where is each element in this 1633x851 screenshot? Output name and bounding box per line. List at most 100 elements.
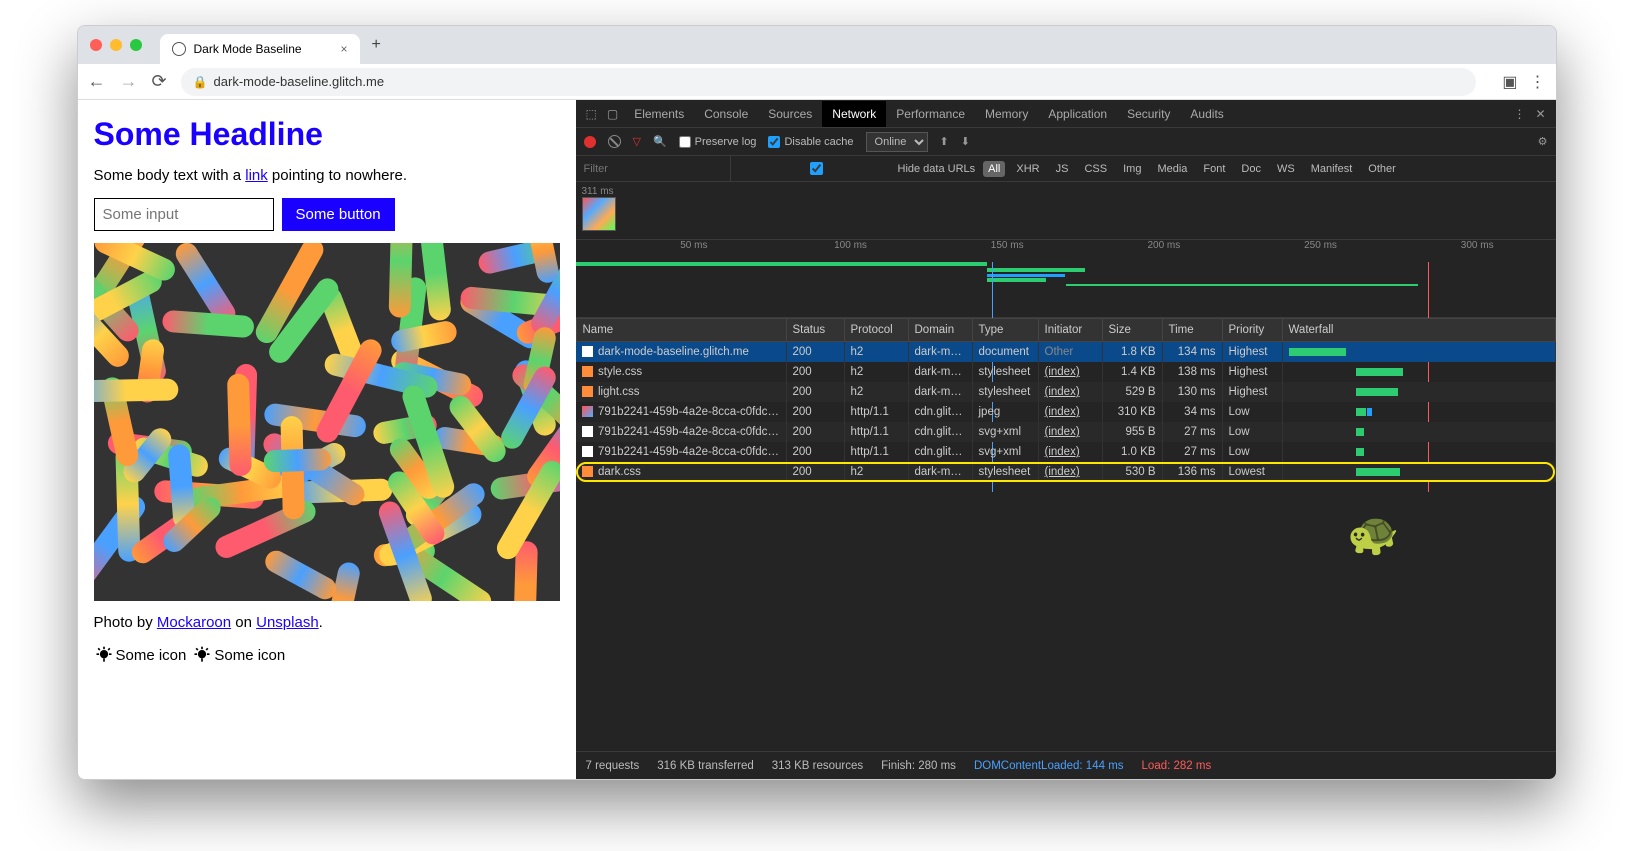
search-icon[interactable]: 🔍 [653, 135, 667, 148]
devtools-tab-sources[interactable]: Sources [758, 101, 822, 127]
filter-chip-css[interactable]: CSS [1079, 161, 1112, 177]
devtools-tab-memory[interactable]: Memory [975, 101, 1038, 127]
timeline-tick: 150 ms [929, 240, 1086, 260]
column-header-priority[interactable]: Priority [1222, 319, 1282, 342]
throttle-select[interactable]: Online [866, 132, 928, 152]
preserve-log-checkbox[interactable]: Preserve log [679, 136, 757, 148]
devtools-close-icon[interactable]: ✕ [1531, 103, 1549, 125]
close-tab-button[interactable]: × [340, 42, 347, 56]
column-header-size[interactable]: Size [1102, 319, 1162, 342]
icon-label-1: Some icon [116, 647, 187, 664]
network-row[interactable]: 791b2241-459b-4a2e-8cca-c0fdc2…200http/1… [576, 422, 1555, 442]
back-button[interactable]: ← [88, 71, 106, 92]
address-bar[interactable]: 🔒 dark-mode-baseline.glitch.me [181, 68, 1477, 96]
network-row[interactable]: dark-mode-baseline.glitch.me200h2dark-mo… [576, 342, 1555, 363]
source-link[interactable]: Unsplash [256, 614, 319, 631]
maximize-window-button[interactable] [130, 39, 142, 51]
photo-image [94, 243, 560, 601]
browser-toolbar: ← → ⟳ 🔒 dark-mode-baseline.glitch.me ▣ ⋮ [78, 64, 1556, 100]
filter-bar: Hide data URLs All XHR JS CSS Img Media Font Do… [576, 156, 1556, 182]
bulb-icon [192, 645, 212, 665]
menu-icon[interactable]: ⋮ [1530, 72, 1546, 92]
extensions-icon[interactable]: ▣ [1502, 72, 1517, 92]
network-overview: 311 ms [576, 182, 1556, 240]
network-row[interactable]: 791b2241-459b-4a2e-8cca-c0fdc2…200http/1… [576, 442, 1555, 462]
status-finish: Finish: 280 ms [881, 760, 956, 772]
close-window-button[interactable] [90, 39, 102, 51]
filter-chip-other[interactable]: Other [1363, 161, 1401, 177]
filter-chip-all[interactable]: All [983, 161, 1005, 177]
column-header-protocol[interactable]: Protocol [844, 319, 908, 342]
filter-input[interactable] [576, 156, 731, 181]
globe-icon [172, 42, 186, 56]
devtools-tab-security[interactable]: Security [1117, 101, 1180, 127]
column-header-time[interactable]: Time [1162, 319, 1222, 342]
device-mode-icon[interactable]: ▢ [603, 103, 622, 125]
hide-data-urls-checkbox[interactable]: Hide data URLs [739, 162, 976, 175]
clear-button[interactable] [608, 135, 621, 148]
devtools-panel: ⬚ ▢ ElementsConsoleSourcesNetworkPerform… [576, 100, 1556, 779]
network-row[interactable]: style.css200h2dark-mo…stylesheet(index)1… [576, 362, 1555, 382]
titlebar: Dark Mode Baseline × + [78, 26, 1556, 64]
devtools-tab-network[interactable]: Network [822, 101, 886, 127]
column-header-name[interactable]: Name [576, 319, 786, 342]
filter-chip-media[interactable]: Media [1152, 161, 1192, 177]
devtools-tab-audits[interactable]: Audits [1180, 101, 1233, 127]
lock-icon: 🔒 [193, 75, 208, 89]
network-row[interactable]: light.css200h2dark-mo…stylesheet(index)5… [576, 382, 1555, 402]
network-timeline[interactable]: 50 ms100 ms150 ms200 ms250 ms300 ms [576, 240, 1556, 318]
network-table: NameStatusProtocolDomainTypeInitiatorSiz… [576, 318, 1556, 751]
bulb-icon [94, 645, 114, 665]
primary-button[interactable]: Some button [282, 198, 395, 231]
filter-chip-xhr[interactable]: XHR [1011, 161, 1044, 177]
status-bar: 7 requests 316 KB transferred 313 KB res… [576, 751, 1556, 779]
devtools-tab-console[interactable]: Console [694, 101, 758, 127]
page-content: Some Headline Some body text with a link… [78, 100, 576, 779]
settings-icon[interactable]: ⚙ [1538, 135, 1548, 148]
icon-label-2: Some icon [214, 647, 285, 664]
column-header-type[interactable]: Type [972, 319, 1038, 342]
browser-window: Dark Mode Baseline × + ← → ⟳ 🔒 dark-mode… [77, 25, 1557, 780]
filter-chip-img[interactable]: Img [1118, 161, 1146, 177]
filter-chip-js[interactable]: JS [1051, 161, 1074, 177]
overview-thumbnail[interactable] [582, 197, 616, 231]
column-header-initiator[interactable]: Initiator [1038, 319, 1102, 342]
column-header-domain[interactable]: Domain [908, 319, 972, 342]
filter-chip-ws[interactable]: WS [1272, 161, 1300, 177]
timeline-tick: 50 ms [616, 240, 773, 260]
network-row[interactable]: 791b2241-459b-4a2e-8cca-c0fdc2…200http/1… [576, 402, 1555, 422]
body-link[interactable]: link [245, 167, 268, 184]
reload-button[interactable]: ⟳ [152, 71, 167, 92]
network-row[interactable]: dark.css200h2dark-mo…stylesheet(index)53… [576, 462, 1555, 482]
new-tab-button[interactable]: + [372, 36, 381, 54]
timeline-tick: 200 ms [1086, 240, 1243, 260]
status-dcl: DOMContentLoaded: 144 ms [974, 760, 1124, 772]
filter-chip-manifest[interactable]: Manifest [1306, 161, 1358, 177]
column-header-waterfall[interactable]: Waterfall [1282, 319, 1555, 342]
minimize-window-button[interactable] [110, 39, 122, 51]
inspect-icon[interactable]: ⬚ [582, 103, 601, 125]
disable-cache-checkbox[interactable]: Disable cache [768, 136, 853, 148]
devtools-tabs: ⬚ ▢ ElementsConsoleSourcesNetworkPerform… [576, 100, 1556, 128]
browser-tab[interactable]: Dark Mode Baseline × [160, 34, 360, 64]
devtools-tab-application[interactable]: Application [1038, 101, 1117, 127]
filter-icon[interactable]: ▽ [633, 135, 641, 148]
upload-icon[interactable]: ⬆ [940, 135, 949, 148]
record-button[interactable] [584, 136, 596, 148]
devtools-tab-performance[interactable]: Performance [886, 101, 975, 127]
download-icon[interactable]: ⬇ [961, 135, 970, 148]
timeline-tick: 300 ms [1399, 240, 1556, 260]
status-transferred: 316 KB transferred [657, 760, 754, 772]
filter-chip-font[interactable]: Font [1198, 161, 1230, 177]
forward-button[interactable]: → [120, 71, 138, 92]
devtools-menu-icon[interactable]: ⋮ [1509, 103, 1529, 125]
text-input[interactable] [94, 198, 274, 231]
column-header-status[interactable]: Status [786, 319, 844, 342]
status-resources: 313 KB resources [772, 760, 863, 772]
devtools-tab-elements[interactable]: Elements [624, 101, 694, 127]
author-link[interactable]: Mockaroon [157, 614, 231, 631]
status-requests: 7 requests [586, 760, 640, 772]
timeline-tick: 100 ms [772, 240, 929, 260]
filter-chip-doc[interactable]: Doc [1236, 161, 1266, 177]
icon-row: Some icon Some icon [94, 645, 560, 665]
